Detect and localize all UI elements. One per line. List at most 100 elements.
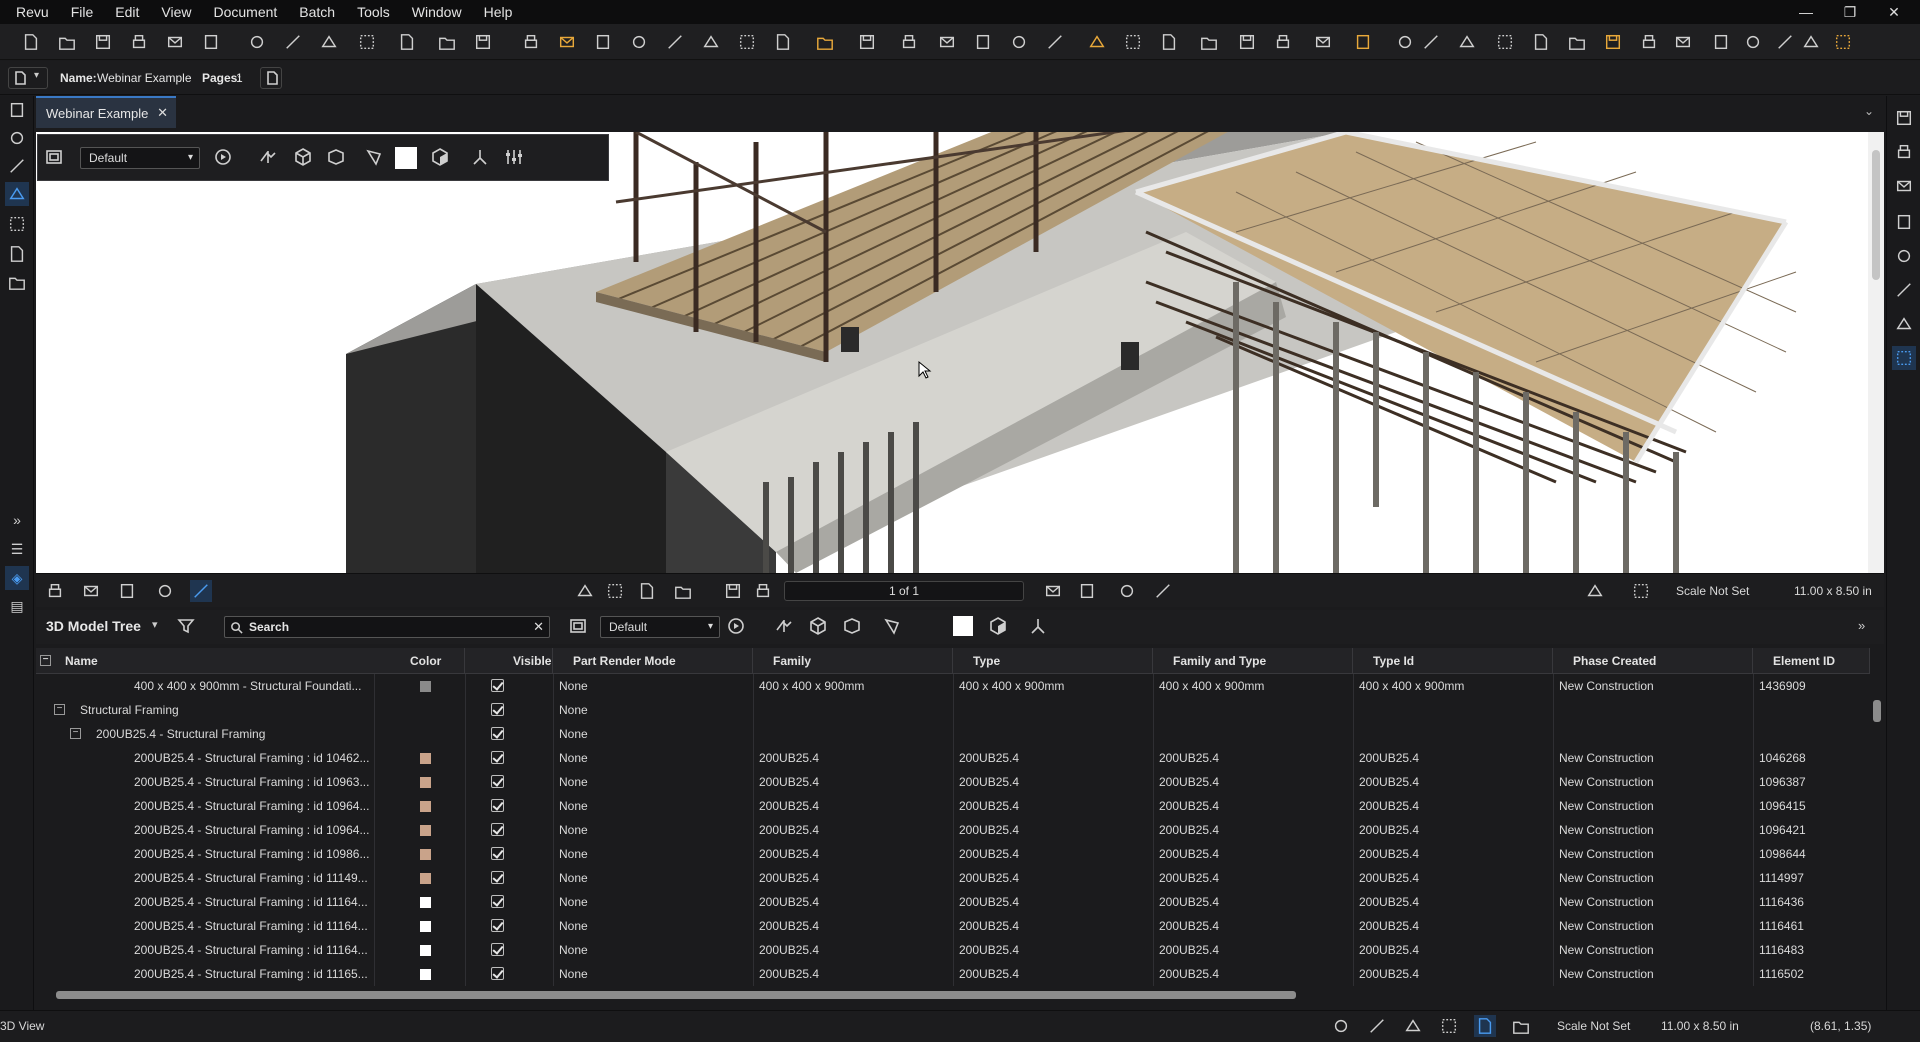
polygon-icon[interactable] — [1086, 31, 1108, 53]
reuse-icon[interactable] — [1474, 1015, 1496, 1037]
save-icon[interactable] — [92, 31, 114, 53]
last-page-icon[interactable] — [1076, 580, 1098, 602]
cell-mode[interactable]: None — [553, 722, 753, 746]
visible-checkbox[interactable] — [491, 943, 504, 956]
chevron-down-icon[interactable]: ▾ — [152, 618, 158, 631]
cell-mode[interactable]: None — [553, 794, 753, 818]
row-name[interactable]: 200UB25.4 - Structural Framing : id 1098… — [128, 842, 374, 866]
circle-icon[interactable] — [1394, 31, 1416, 53]
snap-to-grid-icon[interactable] — [1366, 1015, 1388, 1037]
page-indicator[interactable]: 1 of 1 — [784, 581, 1024, 601]
menu-help[interactable]: Help — [473, 0, 524, 24]
previous-view-icon[interactable] — [1116, 580, 1138, 602]
single-page-icon[interactable] — [44, 580, 66, 602]
sun-icon[interactable] — [1584, 580, 1606, 602]
visible-checkbox[interactable] — [491, 967, 504, 980]
color-swatch[interactable] — [420, 969, 431, 980]
menu-batch[interactable]: Batch — [288, 0, 346, 24]
visible-checkbox[interactable] — [491, 727, 504, 740]
visible-checkbox[interactable] — [491, 799, 504, 812]
print-icon[interactable] — [128, 31, 150, 53]
orbit-icon[interactable] — [726, 616, 748, 638]
row-name[interactable]: 200UB25.4 - Structural Framing : id 1116… — [128, 914, 374, 938]
search-input[interactable]: Search — [249, 620, 289, 634]
open-folder-icon[interactable] — [1198, 31, 1220, 53]
visible-checkbox[interactable] — [491, 847, 504, 860]
status-scale[interactable]: Scale Not Set — [1557, 1011, 1630, 1042]
row-name[interactable]: Structural Framing — [74, 698, 374, 722]
new-document-icon[interactable] — [1530, 31, 1552, 53]
email-icon[interactable] — [936, 31, 958, 53]
expand-panel-icon[interactable]: » — [1858, 618, 1865, 633]
row-name[interactable]: 200UB25.4 - Structural Framing : id 1096… — [128, 818, 374, 842]
snap-to-markup-icon[interactable] — [1438, 1015, 1460, 1037]
first-page-icon[interactable] — [722, 580, 744, 602]
color-swatch[interactable] — [420, 825, 431, 836]
color-swatch[interactable] — [420, 801, 431, 812]
menu-document[interactable]: Document — [202, 0, 288, 24]
markups-list-icon[interactable] — [5, 212, 29, 236]
color-swatch[interactable] — [420, 849, 431, 860]
viewport-vertical-scrollbar[interactable] — [1868, 132, 1884, 573]
sync-status-icon[interactable] — [1510, 1015, 1532, 1037]
sets-icon[interactable] — [1892, 210, 1916, 234]
previous-page-icon[interactable] — [752, 580, 774, 602]
orbit-icon[interactable] — [213, 147, 235, 169]
line-icon[interactable] — [282, 31, 304, 53]
menu-view[interactable]: View — [150, 0, 202, 24]
fit-view-icon[interactable] — [44, 147, 66, 169]
filter-icon[interactable] — [176, 616, 198, 638]
new-document-icon[interactable] — [20, 31, 42, 53]
cell-mode[interactable]: None — [553, 698, 753, 722]
document-menu-button[interactable]: ▾ — [8, 67, 48, 89]
panel-title[interactable]: 3D Model Tree — [46, 618, 141, 634]
split-vertical-icon[interactable] — [80, 580, 102, 602]
visible-checkbox[interactable] — [491, 919, 504, 932]
cube-icon[interactable] — [293, 147, 315, 169]
background-color-swatch[interactable] — [395, 147, 417, 169]
cell-mode[interactable]: None — [553, 866, 753, 890]
table-horizontal-scrollbar[interactable] — [36, 988, 1870, 1002]
scale-label[interactable]: Scale Not Set — [1676, 574, 1749, 608]
column-header-name[interactable]: Name ^ — [53, 648, 409, 674]
color-swatch[interactable] — [420, 681, 431, 692]
bookmarks-icon[interactable] — [5, 154, 29, 178]
email-icon[interactable] — [1312, 31, 1334, 53]
grid-icon[interactable] — [1330, 1015, 1352, 1037]
print-icon[interactable] — [1638, 31, 1660, 53]
tab-list-chevron-icon[interactable]: ⌄ — [1864, 104, 1874, 118]
select-area-icon[interactable] — [356, 31, 378, 53]
restore-button[interactable]: ❐ — [1828, 0, 1872, 24]
visible-checkbox[interactable] — [491, 895, 504, 908]
select-area-icon[interactable] — [1122, 31, 1144, 53]
document-icon[interactable] — [972, 31, 994, 53]
select-area-icon[interactable] — [736, 31, 758, 53]
polygon-icon[interactable] — [1800, 31, 1822, 53]
collapse-node-icon[interactable]: − — [54, 704, 65, 715]
row-name[interactable]: 200UB25.4 - Structural Framing — [90, 722, 374, 746]
color-swatch[interactable] — [420, 753, 431, 764]
close-tab-icon[interactable]: ✕ — [157, 105, 168, 121]
next-view-icon[interactable] — [1152, 580, 1174, 602]
color-swatch[interactable] — [420, 921, 431, 932]
color-swatch[interactable] — [420, 945, 431, 956]
save-icon[interactable] — [1236, 31, 1258, 53]
axis-icon[interactable] — [1028, 616, 1050, 638]
print-icon[interactable] — [520, 31, 542, 53]
line-icon[interactable] — [1044, 31, 1066, 53]
line-icon[interactable] — [1774, 31, 1796, 53]
open-folder-icon[interactable] — [1566, 31, 1588, 53]
row-name[interactable]: 200UB25.4 - Structural Framing : id 1096… — [128, 770, 374, 794]
background-color-swatch[interactable] — [953, 616, 973, 636]
fit-view-icon[interactable] — [568, 616, 590, 638]
tool-chest-icon[interactable] — [5, 182, 29, 206]
clear-search-icon[interactable]: ✕ — [533, 619, 544, 635]
settings-sliders-icon[interactable] — [504, 147, 526, 169]
column-header-family-and-type[interactable]: Family and Type — [1153, 648, 1353, 674]
document-icon[interactable] — [200, 31, 222, 53]
column-header-color[interactable]: Color — [374, 648, 465, 674]
sync-icon[interactable] — [154, 580, 176, 602]
walk-icon[interactable] — [258, 147, 280, 169]
axis-icon[interactable] — [470, 147, 492, 169]
settings-gear-icon[interactable] — [1892, 106, 1916, 130]
